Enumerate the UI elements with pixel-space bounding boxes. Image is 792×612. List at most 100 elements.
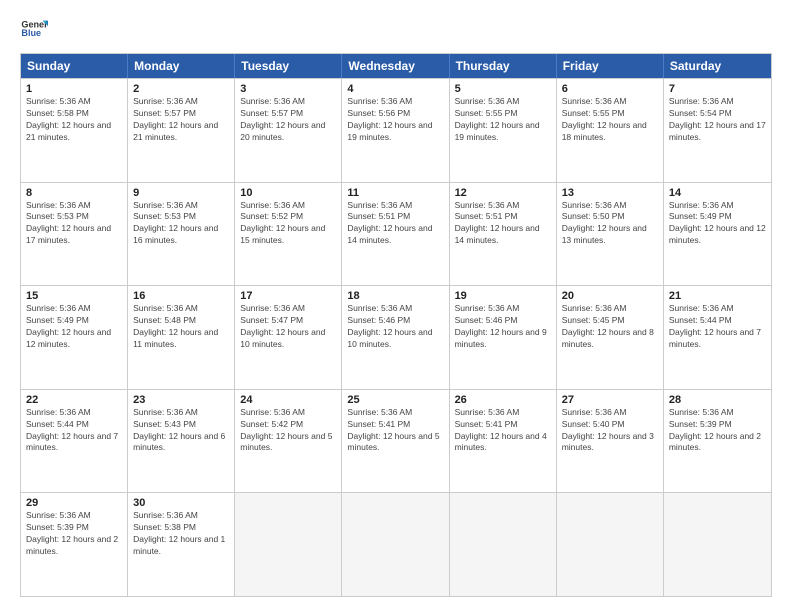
calendar-cell: 18 Sunrise: 5:36 AMSunset: 5:46 PMDaylig… [342, 286, 449, 389]
calendar-cell: 26 Sunrise: 5:36 AMSunset: 5:41 PMDaylig… [450, 390, 557, 493]
calendar-cell [342, 493, 449, 596]
day-name-thursday: Thursday [450, 54, 557, 78]
calendar-cell: 3 Sunrise: 5:36 AMSunset: 5:57 PMDayligh… [235, 79, 342, 182]
cell-date: 12 [455, 187, 551, 199]
cell-date: 10 [240, 187, 336, 199]
cell-info: Sunrise: 5:36 AMSunset: 5:53 PMDaylight:… [133, 200, 218, 246]
calendar-body: 1 Sunrise: 5:36 AMSunset: 5:58 PMDayligh… [21, 78, 771, 596]
cell-info: Sunrise: 5:36 AMSunset: 5:58 PMDaylight:… [26, 96, 111, 142]
calendar-cell: 9 Sunrise: 5:36 AMSunset: 5:53 PMDayligh… [128, 183, 235, 286]
calendar-cell: 1 Sunrise: 5:36 AMSunset: 5:58 PMDayligh… [21, 79, 128, 182]
calendar-cell: 22 Sunrise: 5:36 AMSunset: 5:44 PMDaylig… [21, 390, 128, 493]
cell-info: Sunrise: 5:36 AMSunset: 5:54 PMDaylight:… [669, 96, 766, 142]
calendar-row: 15 Sunrise: 5:36 AMSunset: 5:49 PMDaylig… [21, 285, 771, 389]
calendar-cell: 30 Sunrise: 5:36 AMSunset: 5:38 PMDaylig… [128, 493, 235, 596]
calendar-cell: 20 Sunrise: 5:36 AMSunset: 5:45 PMDaylig… [557, 286, 664, 389]
calendar-cell [235, 493, 342, 596]
cell-date: 6 [562, 83, 658, 95]
cell-date: 28 [669, 394, 766, 406]
calendar-cell: 16 Sunrise: 5:36 AMSunset: 5:48 PMDaylig… [128, 286, 235, 389]
cell-info: Sunrise: 5:36 AMSunset: 5:38 PMDaylight:… [133, 510, 225, 556]
cell-date: 30 [133, 497, 229, 509]
calendar-cell: 15 Sunrise: 5:36 AMSunset: 5:49 PMDaylig… [21, 286, 128, 389]
cell-date: 26 [455, 394, 551, 406]
cell-info: Sunrise: 5:36 AMSunset: 5:41 PMDaylight:… [455, 407, 547, 453]
cell-info: Sunrise: 5:36 AMSunset: 5:51 PMDaylight:… [455, 200, 540, 246]
calendar-cell: 25 Sunrise: 5:36 AMSunset: 5:41 PMDaylig… [342, 390, 449, 493]
cell-date: 20 [562, 290, 658, 302]
calendar-cell: 23 Sunrise: 5:36 AMSunset: 5:43 PMDaylig… [128, 390, 235, 493]
day-name-friday: Friday [557, 54, 664, 78]
calendar-cell [557, 493, 664, 596]
cell-info: Sunrise: 5:36 AMSunset: 5:50 PMDaylight:… [562, 200, 647, 246]
calendar-cell: 7 Sunrise: 5:36 AMSunset: 5:54 PMDayligh… [664, 79, 771, 182]
calendar-row: 22 Sunrise: 5:36 AMSunset: 5:44 PMDaylig… [21, 389, 771, 493]
cell-info: Sunrise: 5:36 AMSunset: 5:48 PMDaylight:… [133, 303, 218, 349]
calendar-cell: 12 Sunrise: 5:36 AMSunset: 5:51 PMDaylig… [450, 183, 557, 286]
calendar-cell: 14 Sunrise: 5:36 AMSunset: 5:49 PMDaylig… [664, 183, 771, 286]
cell-date: 23 [133, 394, 229, 406]
cell-info: Sunrise: 5:36 AMSunset: 5:40 PMDaylight:… [562, 407, 654, 453]
header: General Blue [20, 15, 772, 43]
cell-info: Sunrise: 5:36 AMSunset: 5:53 PMDaylight:… [26, 200, 111, 246]
calendar-row: 1 Sunrise: 5:36 AMSunset: 5:58 PMDayligh… [21, 78, 771, 182]
calendar-header: SundayMondayTuesdayWednesdayThursdayFrid… [21, 54, 771, 78]
cell-info: Sunrise: 5:36 AMSunset: 5:47 PMDaylight:… [240, 303, 325, 349]
day-name-tuesday: Tuesday [235, 54, 342, 78]
cell-date: 21 [669, 290, 766, 302]
cell-info: Sunrise: 5:36 AMSunset: 5:56 PMDaylight:… [347, 96, 432, 142]
day-name-wednesday: Wednesday [342, 54, 449, 78]
cell-info: Sunrise: 5:36 AMSunset: 5:39 PMDaylight:… [669, 407, 761, 453]
calendar-cell: 5 Sunrise: 5:36 AMSunset: 5:55 PMDayligh… [450, 79, 557, 182]
cell-info: Sunrise: 5:36 AMSunset: 5:46 PMDaylight:… [347, 303, 432, 349]
cell-info: Sunrise: 5:36 AMSunset: 5:57 PMDaylight:… [133, 96, 218, 142]
svg-text:Blue: Blue [21, 28, 41, 38]
cell-date: 15 [26, 290, 122, 302]
cell-info: Sunrise: 5:36 AMSunset: 5:46 PMDaylight:… [455, 303, 547, 349]
cell-date: 16 [133, 290, 229, 302]
day-name-sunday: Sunday [21, 54, 128, 78]
cell-date: 13 [562, 187, 658, 199]
cell-date: 4 [347, 83, 443, 95]
cell-date: 11 [347, 187, 443, 199]
cell-date: 1 [26, 83, 122, 95]
cell-date: 27 [562, 394, 658, 406]
logo: General Blue [20, 15, 48, 43]
calendar-cell: 24 Sunrise: 5:36 AMSunset: 5:42 PMDaylig… [235, 390, 342, 493]
calendar-cell: 6 Sunrise: 5:36 AMSunset: 5:55 PMDayligh… [557, 79, 664, 182]
cell-info: Sunrise: 5:36 AMSunset: 5:42 PMDaylight:… [240, 407, 332, 453]
day-name-saturday: Saturday [664, 54, 771, 78]
cell-info: Sunrise: 5:36 AMSunset: 5:49 PMDaylight:… [26, 303, 111, 349]
cell-info: Sunrise: 5:36 AMSunset: 5:45 PMDaylight:… [562, 303, 654, 349]
cell-date: 3 [240, 83, 336, 95]
calendar-cell: 13 Sunrise: 5:36 AMSunset: 5:50 PMDaylig… [557, 183, 664, 286]
calendar-cell [450, 493, 557, 596]
calendar-cell [664, 493, 771, 596]
calendar-cell: 19 Sunrise: 5:36 AMSunset: 5:46 PMDaylig… [450, 286, 557, 389]
calendar-cell: 29 Sunrise: 5:36 AMSunset: 5:39 PMDaylig… [21, 493, 128, 596]
cell-date: 14 [669, 187, 766, 199]
calendar-row: 8 Sunrise: 5:36 AMSunset: 5:53 PMDayligh… [21, 182, 771, 286]
calendar-cell: 2 Sunrise: 5:36 AMSunset: 5:57 PMDayligh… [128, 79, 235, 182]
cell-date: 25 [347, 394, 443, 406]
cell-info: Sunrise: 5:36 AMSunset: 5:41 PMDaylight:… [347, 407, 439, 453]
calendar-cell: 21 Sunrise: 5:36 AMSunset: 5:44 PMDaylig… [664, 286, 771, 389]
cell-info: Sunrise: 5:36 AMSunset: 5:44 PMDaylight:… [669, 303, 761, 349]
cell-date: 22 [26, 394, 122, 406]
page: General Blue SundayMondayTuesdayWednesda… [0, 0, 792, 612]
cell-date: 9 [133, 187, 229, 199]
cell-date: 5 [455, 83, 551, 95]
calendar-cell: 17 Sunrise: 5:36 AMSunset: 5:47 PMDaylig… [235, 286, 342, 389]
cell-date: 8 [26, 187, 122, 199]
calendar-cell: 28 Sunrise: 5:36 AMSunset: 5:39 PMDaylig… [664, 390, 771, 493]
cell-info: Sunrise: 5:36 AMSunset: 5:55 PMDaylight:… [455, 96, 540, 142]
cell-date: 2 [133, 83, 229, 95]
calendar: SundayMondayTuesdayWednesdayThursdayFrid… [20, 53, 772, 597]
cell-info: Sunrise: 5:36 AMSunset: 5:57 PMDaylight:… [240, 96, 325, 142]
calendar-cell: 4 Sunrise: 5:36 AMSunset: 5:56 PMDayligh… [342, 79, 449, 182]
calendar-cell: 10 Sunrise: 5:36 AMSunset: 5:52 PMDaylig… [235, 183, 342, 286]
cell-date: 24 [240, 394, 336, 406]
cell-info: Sunrise: 5:36 AMSunset: 5:44 PMDaylight:… [26, 407, 118, 453]
cell-info: Sunrise: 5:36 AMSunset: 5:55 PMDaylight:… [562, 96, 647, 142]
calendar-row: 29 Sunrise: 5:36 AMSunset: 5:39 PMDaylig… [21, 492, 771, 596]
